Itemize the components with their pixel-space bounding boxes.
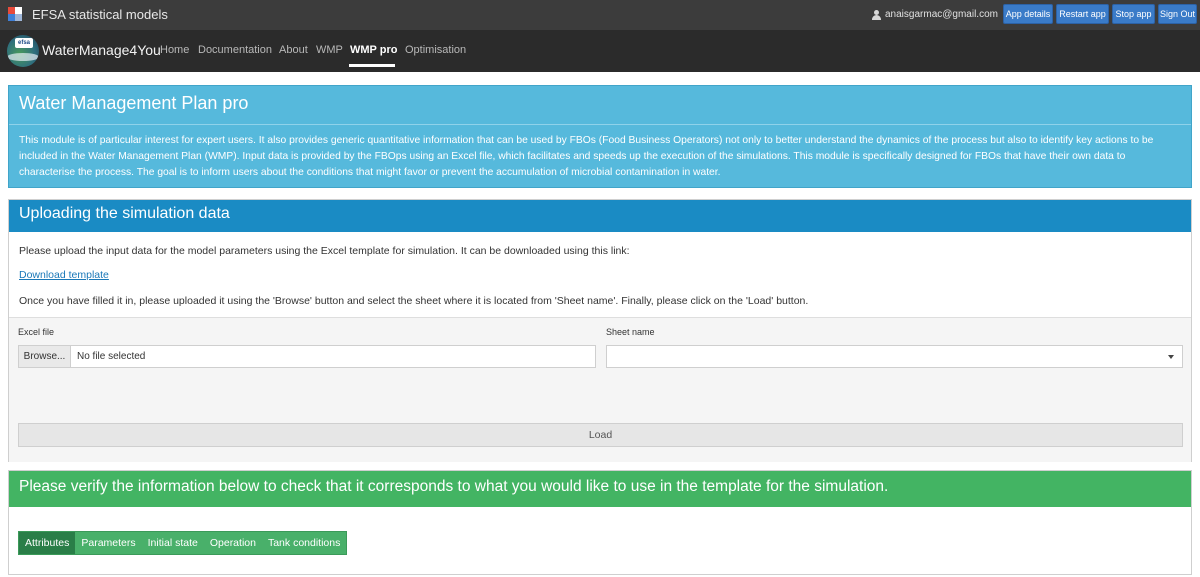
intro-divider [9, 124, 1191, 125]
upload-title: Uploading the simulation data [19, 205, 230, 222]
chevron-down-icon [1168, 355, 1174, 359]
user-email: anaisgarmac@gmail.com [885, 9, 998, 20]
brand-name[interactable]: WaterManage4You [42, 42, 161, 58]
sign-out-button[interactable]: Sign Out [1158, 4, 1197, 24]
intro-title: Water Management Plan pro [19, 93, 249, 113]
user-icon [872, 9, 881, 20]
verify-tabs: Attributes Parameters Initial state Oper… [18, 531, 348, 555]
verify-header: Please verify the information below to c… [9, 471, 1191, 507]
upload-form: Excel file Browse... No file selected Sh… [9, 317, 1191, 462]
tab-initial-state[interactable]: Initial state [142, 532, 204, 554]
upload-header: Uploading the simulation data [9, 200, 1191, 232]
stop-app-button[interactable]: Stop app [1112, 4, 1155, 24]
tab-operation[interactable]: Operation [204, 532, 262, 554]
upload-instructions-2: Once you have filled it in, please uploa… [19, 295, 809, 307]
main-navbar: efsa WaterManage4You Home Documentation … [0, 30, 1200, 72]
user-account[interactable]: anaisgarmac@gmail.com [872, 9, 998, 20]
efsa-logo-icon [8, 7, 22, 21]
nav-optimisation[interactable]: Optimisation [405, 44, 466, 56]
upload-instructions: Please upload the input data for the mod… [19, 245, 630, 257]
nav-about[interactable]: About [279, 44, 308, 56]
excel-file-label: Excel file [18, 327, 55, 337]
nav-wmp[interactable]: WMP [316, 44, 343, 56]
app-title: EFSA statistical models [32, 7, 168, 22]
app-topbar: EFSA statistical models anaisgarmac@gmai… [0, 0, 1200, 30]
brand-logo-text: efsa [15, 38, 33, 48]
sheet-name-select[interactable] [606, 345, 1183, 368]
upload-panel: Uploading the simulation data Please upl… [8, 199, 1192, 462]
excel-file-input[interactable]: Browse... No file selected [18, 345, 596, 368]
intro-text: This module is of particular interest fo… [19, 135, 1154, 178]
verify-title: Please verify the information below to c… [19, 478, 889, 495]
verify-panel: Please verify the information below to c… [8, 470, 1192, 575]
nav-wmp-pro[interactable]: WMP pro [350, 44, 397, 56]
nav-documentation[interactable]: Documentation [198, 44, 272, 56]
tab-attributes[interactable]: Attributes [19, 532, 76, 554]
restart-app-button[interactable]: Restart app [1056, 4, 1109, 24]
nav-active-indicator [349, 64, 395, 67]
file-name-field: No file selected [77, 351, 146, 362]
intro-panel: Water Management Plan pro This module is… [8, 85, 1192, 188]
brand-logo-icon: efsa [7, 35, 39, 67]
sheet-name-label: Sheet name [606, 327, 655, 337]
tab-parameters[interactable]: Parameters [75, 532, 141, 554]
app-details-button[interactable]: App details [1003, 4, 1053, 24]
tab-tank-conditions[interactable]: Tank conditions [262, 532, 346, 554]
browse-button[interactable]: Browse... [19, 346, 71, 367]
load-button[interactable]: Load [18, 423, 1183, 447]
download-template-link[interactable]: Download template [19, 269, 109, 281]
nav-home[interactable]: Home [160, 44, 189, 56]
